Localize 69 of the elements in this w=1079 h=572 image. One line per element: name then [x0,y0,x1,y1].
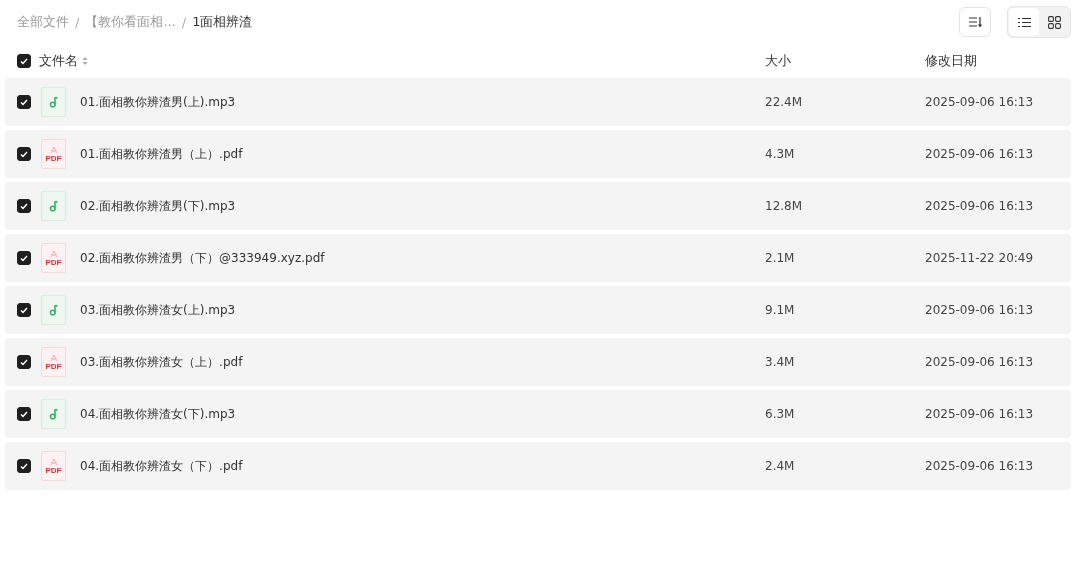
sort-arrows-icon [82,56,88,66]
breadcrumb-separator: / [75,14,80,30]
file-row[interactable]: PDF 01.面相教你辨渣男（上）.pdf 4.3M 2025-09-06 16:13 [5,130,1071,178]
file-name[interactable]: 04.面相教你辨渣女(下).mp3 [80,405,236,423]
audio-file-icon [41,399,66,429]
select-all-checkbox[interactable] [17,54,31,68]
row-checkbox[interactable] [17,355,31,369]
file-row[interactable]: 04.面相教你辨渣女(下).mp3 6.3M 2025-09-06 16:13 [5,390,1071,438]
breadcrumb-separator: / [181,14,187,30]
file-name[interactable]: 02.面相教你辨渣男（下）@333949.xyz.pdf [80,249,325,267]
file-size: 2.1M [765,251,795,265]
row-checkbox[interactable] [17,147,31,161]
checkmark-icon [20,410,28,418]
file-size: 22.4M [765,95,803,109]
checkmark-icon [20,462,28,470]
checkmark-icon [20,98,28,106]
file-name[interactable]: 02.面相教你辨渣男(下).mp3 [80,197,236,215]
sort-icon [968,16,982,28]
file-name[interactable]: 04.面相教你辨渣女（下）.pdf [80,457,243,475]
modified-date: 2025-09-06 16:13 [925,303,1034,317]
file-row[interactable]: PDF 02.面相教你辨渣男（下）@333949.xyz.pdf 2.1M 2025-11-22 20:49 [5,234,1071,282]
column-header[interactable]: 文件名 [39,52,78,70]
column-header[interactable]: 修改日期 [925,53,977,68]
checkmark-icon [20,306,28,314]
checkmark-icon [20,254,28,262]
row-checkbox[interactable] [17,251,31,265]
file-size: 4.3M [765,147,795,161]
file-row[interactable]: 02.面相教你辨渣男(下).mp3 12.8M 2025-09-06 16:13 [5,182,1071,230]
file-size: 12.8M [765,199,803,213]
modified-date: 2025-09-06 16:13 [925,147,1034,161]
row-checkbox[interactable] [17,199,31,213]
file-size: 9.1M [765,303,795,317]
file-row[interactable]: PDF 03.面相教你辨渣女（上）.pdf 3.4M 2025-09-06 16:13 [5,338,1071,386]
list-view-button[interactable] [1009,8,1039,36]
sort-button[interactable] [959,7,991,37]
modified-date: 2025-09-06 16:13 [925,95,1034,109]
row-checkbox[interactable] [17,407,31,421]
modified-date: 2025-09-06 16:13 [925,199,1034,213]
list-icon [1017,16,1031,28]
checkmark-icon [20,57,28,65]
column-header[interactable]: 大小 [765,53,791,68]
file-size: 3.4M [765,355,795,369]
file-size: 6.3M [765,407,795,421]
pdf-file-icon: PDF [41,139,66,169]
file-row[interactable]: 03.面相教你辨渣女(上).mp3 9.1M 2025-09-06 16:13 [5,286,1071,334]
row-checkbox[interactable] [17,303,31,317]
file-size: 2.4M [765,459,795,473]
row-checkbox[interactable] [17,95,31,109]
pdf-file-icon: PDF [41,347,66,377]
row-checkbox[interactable] [17,459,31,473]
audio-file-icon [41,87,66,117]
modified-date: 2025-11-22 20:49 [925,251,1034,265]
audio-file-icon [41,295,66,325]
grid-icon [1047,15,1061,29]
modified-date: 2025-09-06 16:13 [925,459,1034,473]
file-name[interactable]: 01.面相教你辨渣男(上).mp3 [80,93,236,111]
checkmark-icon [20,358,28,366]
file-name[interactable]: 03.面相教你辨渣女(上).mp3 [80,301,236,319]
file-row[interactable]: 01.面相教你辨渣男(上).mp3 22.4M 2025-09-06 16:13 [5,78,1071,126]
audio-file-icon [41,191,66,221]
file-name[interactable]: 01.面相教你辨渣男（上）.pdf [80,145,243,163]
modified-date: 2025-09-06 16:13 [925,355,1034,369]
pdf-file-icon: PDF [41,243,66,273]
checkmark-icon [20,202,28,210]
pdf-file-icon: PDF [41,451,66,481]
modified-date: 2025-09-06 16:13 [925,407,1034,421]
file-name[interactable]: 03.面相教你辨渣女（上）.pdf [80,353,243,371]
file-row[interactable]: PDF 04.面相教你辨渣女（下）.pdf 2.4M 2025-09-06 16:13 [5,442,1071,490]
checkmark-icon [20,150,28,158]
